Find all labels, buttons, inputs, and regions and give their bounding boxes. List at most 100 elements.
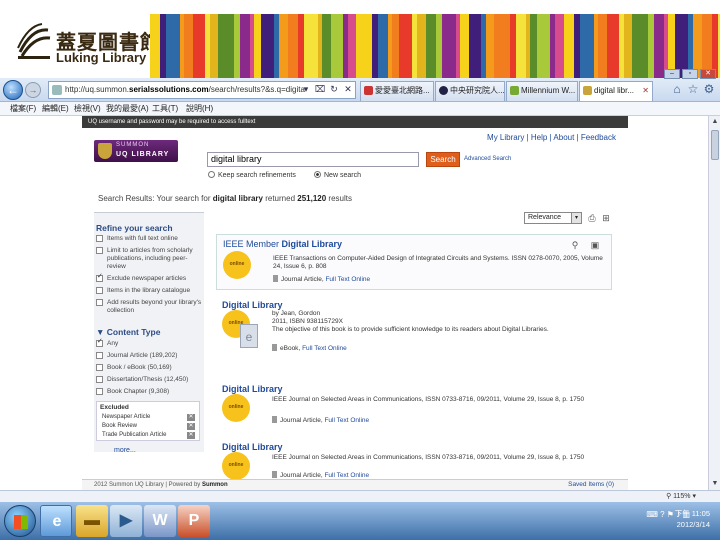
result-title[interactable]: Digital Library — [222, 384, 283, 394]
menu-edit[interactable]: 編輯(E) — [42, 102, 69, 115]
result-links: eBook, Full Text Online — [272, 344, 347, 352]
filter-catalogue[interactable]: Items in the library catalogue — [96, 287, 202, 295]
tab-favicon-icon — [439, 86, 448, 95]
content-type-any[interactable]: Any — [96, 338, 202, 348]
banner-stripe — [331, 14, 343, 78]
taskbar-word[interactable]: W — [144, 505, 176, 537]
content-type-chapter[interactable]: Book Chapter (9,308) — [96, 388, 202, 396]
menu-view[interactable]: 檢視(V) — [74, 102, 101, 115]
full-text-link[interactable]: Full Text Online — [324, 472, 369, 479]
home-icon[interactable]: ⌂ — [670, 82, 684, 96]
powerpoint-icon: P — [188, 512, 200, 529]
filter-exclude-newspaper[interactable]: Exclude newspaper articles — [96, 273, 202, 283]
close-window-button[interactable]: ✕ — [700, 69, 716, 79]
search-dropdown-icon[interactable]: ▾ — [300, 82, 312, 97]
summon-brand[interactable]: Summon — [202, 482, 228, 488]
gear-icon[interactable]: ⚙ — [702, 82, 716, 96]
remove-icon[interactable]: ✕ — [187, 432, 195, 439]
close-tab-icon[interactable]: ✕ — [642, 82, 649, 100]
refresh-icon[interactable]: ↻ — [328, 82, 340, 97]
filter-scholarly[interactable]: Limit to articles from scholarly publica… — [96, 247, 202, 271]
more-link[interactable]: more... — [114, 447, 136, 454]
banner-stripe — [486, 14, 494, 78]
result-meta: IEEE Journal on Selected Areas in Commun… — [272, 454, 585, 461]
banner-stripe — [343, 14, 348, 78]
url-domain: serialssolutions.com — [129, 85, 209, 94]
menu-file[interactable]: 檔案(F) — [10, 102, 36, 115]
banner-stripe — [550, 14, 555, 78]
search-button[interactable]: Search — [426, 152, 460, 167]
site-favicon-icon — [52, 85, 62, 95]
keep-refinements-radio[interactable]: Keep search refinements — [208, 171, 296, 179]
scroll-up-icon[interactable]: ▲ — [709, 116, 720, 128]
favorites-star-icon[interactable]: ☆ — [686, 82, 700, 96]
online-badge-icon: online — [224, 454, 248, 478]
full-text-link[interactable]: Full Text Online — [324, 417, 369, 424]
document-icon — [272, 344, 277, 351]
content-type-journal[interactable]: Journal Article (189,202) — [96, 352, 202, 360]
new-search-radio[interactable]: New search — [314, 171, 361, 179]
remove-icon[interactable]: ✕ — [187, 423, 195, 430]
full-text-link[interactable]: Full Text Online — [325, 276, 370, 283]
result-title[interactable]: Digital Library — [222, 300, 283, 310]
compatibility-icon[interactable]: ⌧ — [314, 82, 326, 97]
back-icon[interactable]: ← — [3, 80, 23, 100]
taskbar-powerpoint[interactable]: P — [178, 505, 210, 537]
stop-icon[interactable]: ✕ — [342, 82, 354, 97]
top-links[interactable]: My Library | Help | About | Feedback — [487, 133, 616, 142]
banner-stripe — [494, 14, 510, 78]
results-summary: Search Results: Your search for digital … — [98, 194, 352, 203]
banner-stripe — [378, 14, 388, 78]
decorative-stripes — [150, 14, 720, 78]
banner-stripe — [537, 14, 550, 78]
scroll-thumb[interactable] — [711, 130, 719, 160]
banner-stripe — [372, 14, 378, 78]
content-type-book[interactable]: Book / eBook (50,169) — [96, 364, 202, 372]
save-folder-icon[interactable]: ▣ — [589, 239, 601, 251]
taskbar-media[interactable]: ▶ — [110, 505, 142, 537]
saved-items-link[interactable]: Saved Items (0) — [568, 480, 614, 490]
sort-select[interactable]: Relevance ▾ — [524, 212, 582, 224]
menu-favorites[interactable]: 我的最愛(A) — [106, 102, 149, 115]
search-input[interactable]: digital library — [207, 152, 419, 167]
result-item: Digital Library online IEEE Journal on S… — [216, 438, 612, 479]
preview-magnifier-icon[interactable]: ⚲ — [569, 239, 581, 251]
tab-3[interactable]: Millennium W... — [506, 81, 578, 101]
menu-help[interactable]: 說明(H) — [186, 102, 213, 115]
taskbar-explorer[interactable]: ▬ — [76, 505, 108, 537]
scroll-down-icon[interactable]: ▼ — [709, 478, 720, 490]
minimize-button[interactable]: – — [664, 69, 680, 79]
advanced-search-link[interactable]: Advanced Search — [464, 156, 511, 162]
filter-beyond-collection[interactable]: Add results beyond your library's collec… — [96, 299, 202, 315]
taskbar-ie[interactable]: e — [40, 505, 72, 537]
full-text-link[interactable]: Full Text Online — [302, 345, 347, 352]
banner-stripe — [388, 14, 392, 78]
library-name-english: Luking Library — [56, 50, 147, 65]
refine-sidebar: Refine your search Items with full text … — [94, 212, 204, 454]
zoom-level[interactable]: ⚲ 115% ▾ — [666, 491, 696, 502]
remove-icon[interactable]: ✕ — [187, 414, 195, 421]
content-type-thesis[interactable]: Dissertation/Thesis (12,450) — [96, 376, 202, 384]
filter-full-text[interactable]: Items with full text online — [96, 235, 202, 243]
banner-stripe — [279, 14, 288, 78]
internet-explorer-icon: e — [52, 513, 62, 530]
content-type-title[interactable]: ▼ Content Type — [96, 327, 160, 337]
result-meta: IEEE Journal on Selected Areas in Commun… — [272, 396, 585, 403]
tab-2[interactable]: 中央研究院人... — [435, 81, 505, 101]
banner-stripe — [304, 14, 318, 78]
forward-icon[interactable]: → — [25, 82, 41, 98]
vertical-scrollbar[interactable]: ▲ ▼ — [708, 116, 720, 490]
result-title[interactable]: Digital Library — [222, 442, 283, 452]
maximize-button[interactable]: ▫ — [682, 69, 698, 79]
result-title[interactable]: IEEE Member Digital Library — [223, 239, 342, 249]
banner-stripe — [234, 14, 240, 78]
tab-1[interactable]: 愛愛臺北網路... — [360, 81, 434, 101]
clock[interactable]: 下午 11:05 2012/3/14 — [660, 508, 710, 530]
menu-tools[interactable]: 工具(T) — [152, 102, 178, 115]
summon-logo[interactable]: SUMMON UQ LIBRARY — [94, 140, 178, 162]
rss-icon[interactable]: ⊞ — [600, 212, 612, 224]
keyboard-icon[interactable]: ⌨ — [646, 510, 660, 519]
start-button[interactable] — [4, 505, 36, 537]
print-icon[interactable]: ⎙ — [586, 212, 598, 224]
tab-active[interactable]: digital libr... ✕ — [579, 81, 653, 101]
